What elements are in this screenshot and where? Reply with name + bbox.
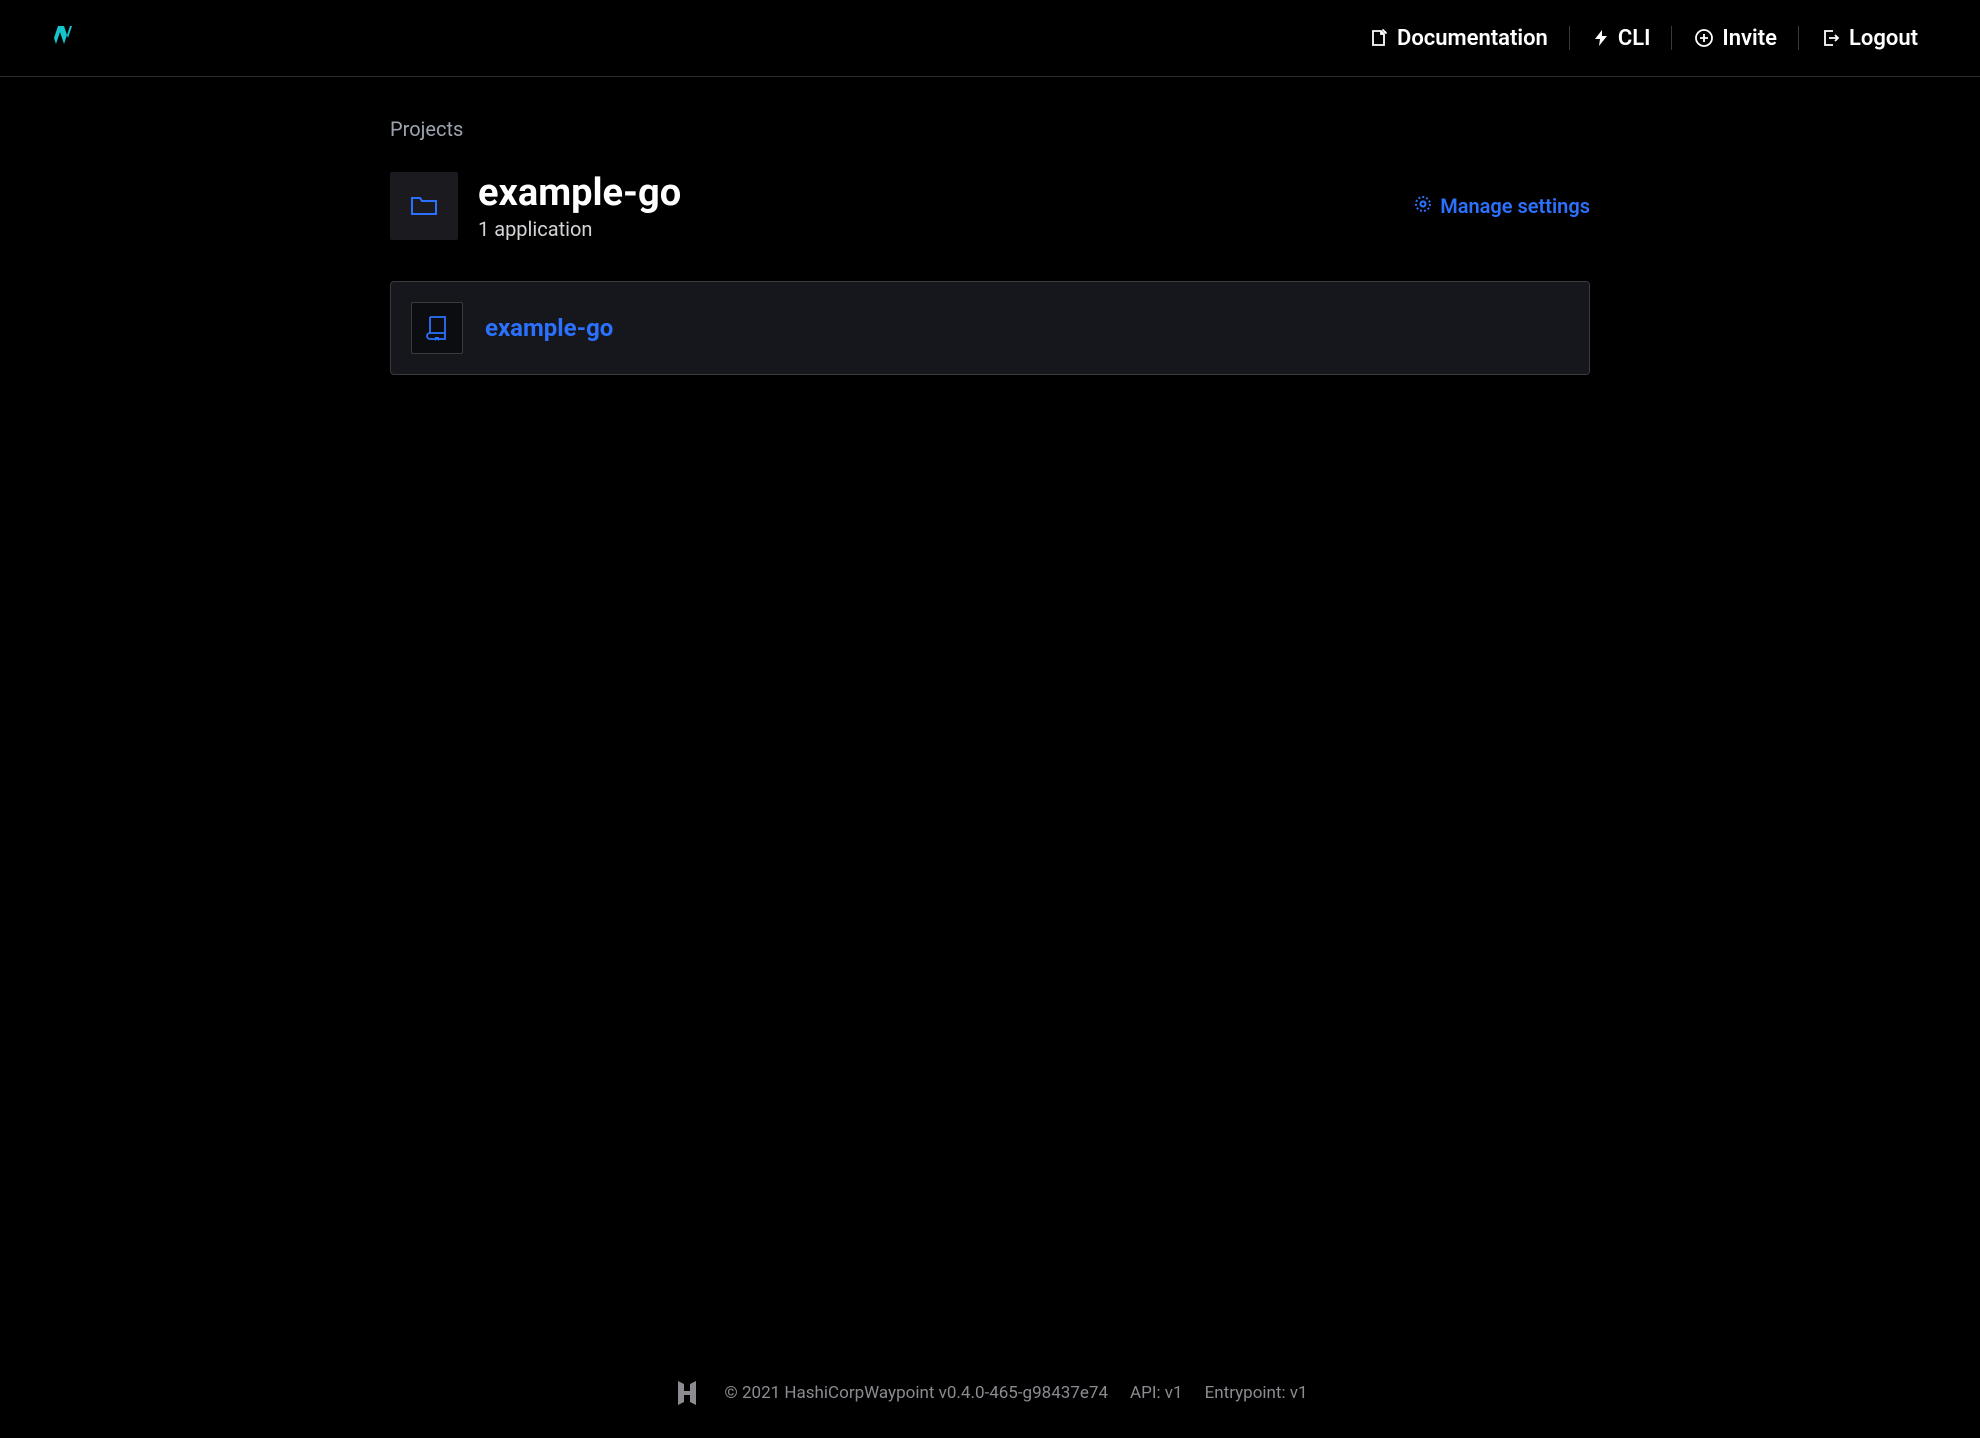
documentation-label: Documentation [1397, 26, 1548, 51]
logout-link[interactable]: Logout [1799, 26, 1940, 51]
breadcrumb[interactable]: Projects [390, 117, 1590, 141]
invite-label: Invite [1722, 26, 1777, 51]
cli-label: CLI [1618, 26, 1651, 51]
footer: © 2021 HashiCorpWaypoint v0.4.0-465-g984… [0, 1348, 1980, 1438]
project-title-group: example-go 1 application [478, 171, 681, 241]
project-subtitle: 1 application [478, 217, 681, 241]
application-name: example-go [485, 314, 613, 342]
hashicorp-logo-icon [672, 1378, 702, 1408]
application-card[interactable]: example-go [390, 281, 1590, 375]
footer-entrypoint: Entrypoint: v1 [1205, 1383, 1308, 1403]
document-icon [1369, 28, 1389, 48]
project-header-left: example-go 1 application [390, 171, 681, 241]
footer-api: API: v1 [1130, 1383, 1183, 1403]
main-content: Projects example-go 1 application [350, 77, 1630, 1348]
header: Documentation CLI Invite [0, 0, 1980, 77]
breadcrumb-label: Projects [390, 117, 463, 141]
documentation-link[interactable]: Documentation [1347, 26, 1570, 51]
plus-circle-icon [1694, 28, 1714, 48]
lightning-icon [1592, 29, 1610, 47]
project-header: example-go 1 application Manage settings [390, 171, 1590, 241]
header-nav: Documentation CLI Invite [1347, 26, 1940, 51]
waypoint-logo[interactable] [40, 20, 76, 56]
waypoint-logo-icon [40, 20, 76, 56]
footer-copyright: © 2021 HashiCorpWaypoint v0.4.0-465-g984… [724, 1383, 1108, 1403]
repository-icon [425, 315, 449, 341]
invite-link[interactable]: Invite [1672, 26, 1799, 51]
hashicorp-logo [672, 1378, 702, 1408]
project-icon-box [390, 172, 458, 240]
manage-settings-label: Manage settings [1440, 194, 1590, 218]
logout-icon [1821, 28, 1841, 48]
logout-label: Logout [1849, 26, 1918, 51]
app-icon-box [411, 302, 463, 354]
project-title: example-go [478, 171, 681, 215]
gear-icon [1414, 194, 1432, 218]
manage-settings-link[interactable]: Manage settings [1414, 194, 1590, 218]
folder-icon [410, 194, 438, 218]
cli-link[interactable]: CLI [1570, 26, 1673, 51]
